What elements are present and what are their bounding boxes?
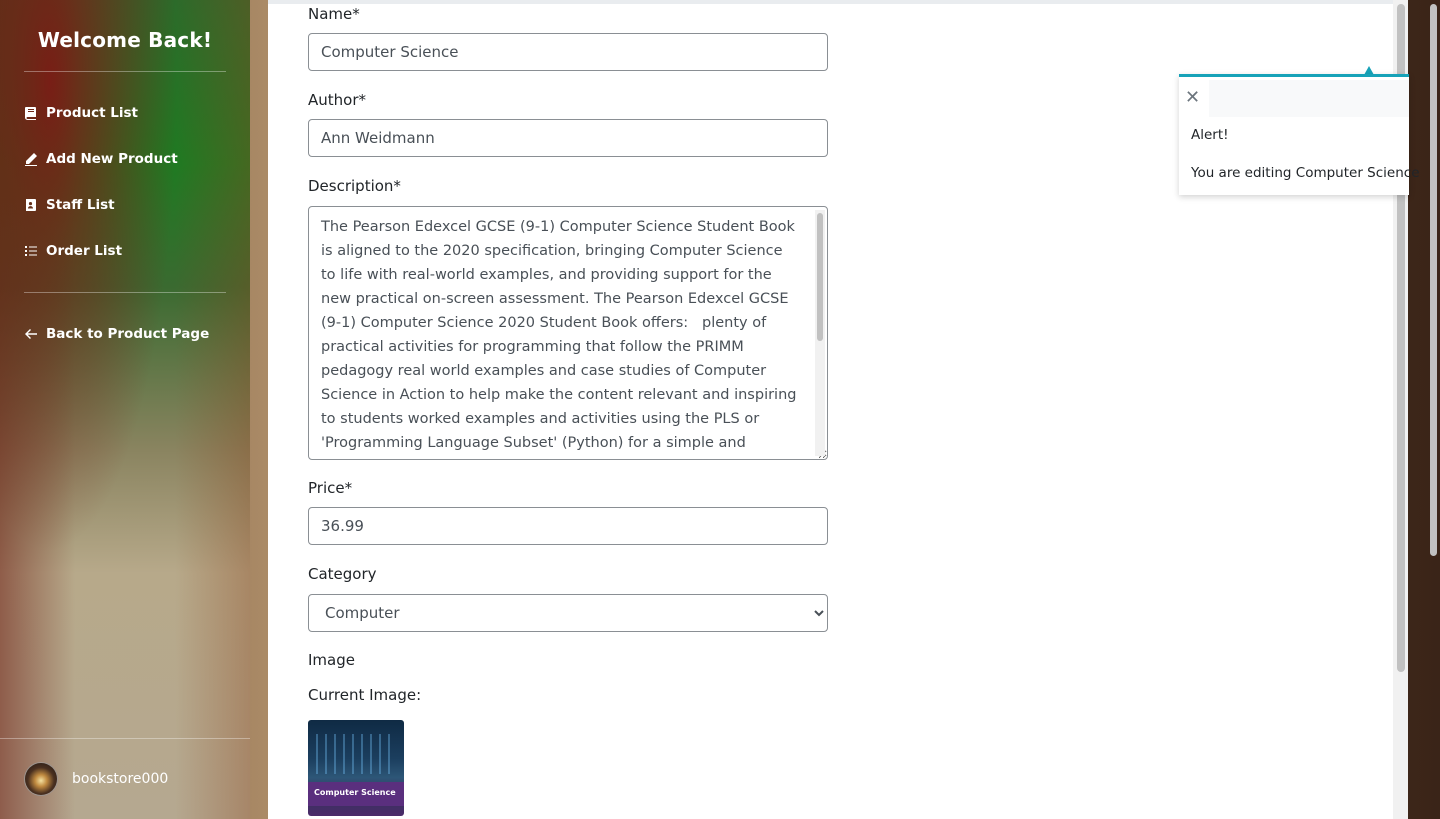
description-textarea[interactable]: The Pearson Edexcel GCSE (9-1) Computer … <box>308 206 828 460</box>
sidebar-item-add-new-product[interactable]: Add New Product <box>24 151 178 167</box>
username: bookstore000 <box>72 771 169 787</box>
address-book-icon <box>26 199 36 211</box>
sidebar-footer-divider <box>0 738 250 739</box>
category-select[interactable]: Computer <box>308 594 828 632</box>
pencil-icon <box>25 153 37 166</box>
sidebar-item-label: Add New Product <box>46 151 178 167</box>
user-profile[interactable]: bookstore000 <box>24 762 168 796</box>
avatar <box>24 762 58 796</box>
category-label: Category <box>308 565 377 583</box>
close-icon[interactable]: ✕ <box>1185 89 1200 107</box>
sidebar-item-label: Product List <box>46 105 138 121</box>
description-scrollbar-thumb[interactable] <box>817 213 823 341</box>
sidebar-item-order-list[interactable]: Order List <box>24 243 122 259</box>
name-label: Name* <box>308 5 360 23</box>
image-label: Image <box>308 651 355 669</box>
sidebar: Welcome Back! Product List Add New Produ… <box>0 0 250 819</box>
price-label: Price* <box>308 479 353 497</box>
sidebar-item-staff-list[interactable]: Staff List <box>24 197 115 213</box>
sidebar-item-label: Order List <box>46 243 123 259</box>
toast-message: You are editing Computer Science <box>1191 165 1420 181</box>
arrow-left-icon <box>25 329 37 339</box>
price-input[interactable] <box>308 507 828 545</box>
toast-header <box>1209 80 1409 117</box>
sidebar-item-label: Staff List <box>46 197 115 213</box>
alert-toast: ✕ Alert! You are editing Computer Scienc… <box>1179 74 1420 195</box>
name-input[interactable] <box>308 33 828 71</box>
author-input[interactable] <box>308 119 828 157</box>
back-label: Back to Product Page <box>46 326 210 342</box>
list-icon <box>25 246 37 256</box>
toast-title: Alert! <box>1191 127 1229 143</box>
sidebar-item-product-list[interactable]: Product List <box>24 105 138 121</box>
thumbnail-title: Computer Science <box>314 788 396 797</box>
back-to-product-page-link[interactable]: Back to Product Page <box>24 326 209 342</box>
page-scrollbar-thumb[interactable] <box>1430 4 1437 556</box>
current-image-label: Current Image: <box>308 686 422 704</box>
sidebar-divider <box>24 292 226 293</box>
book-icon <box>25 107 36 120</box>
thumbnail-cityscape <box>316 734 396 774</box>
sidebar-divider <box>24 71 226 72</box>
author-label: Author* <box>308 91 367 109</box>
description-label: Description* <box>308 177 401 195</box>
sidebar-title: Welcome Back! <box>37 28 213 52</box>
current-image-thumbnail: Computer Science <box>308 720 404 816</box>
